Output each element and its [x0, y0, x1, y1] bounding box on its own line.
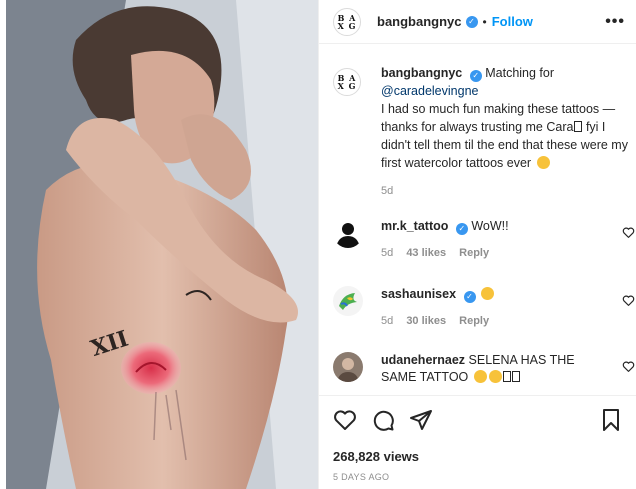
post-panel: B A X G bangbangnyc ✓ • Follow ••• B A X…: [318, 0, 636, 489]
comment-item: udanehernaez SELENA HAS THE SAME TATTOO: [333, 352, 635, 386]
caption-timestamp: 5d: [381, 185, 394, 197]
caption-verified-icon: ✓: [469, 70, 482, 82]
comment-text: WoW!!: [471, 219, 509, 233]
caption-mention-link[interactable]: @caradelevingne: [381, 84, 478, 98]
comment-verified-icon: ✓: [455, 222, 468, 235]
profile-photo-icon: [333, 352, 363, 382]
brand-logo-line2: X G: [337, 20, 357, 31]
header-separator: •: [482, 14, 487, 29]
comment-icon[interactable]: [371, 408, 395, 432]
comment-username[interactable]: mr.k_tattoo: [381, 219, 448, 233]
commenter-avatar[interactable]: [333, 286, 363, 316]
comment-reply-button[interactable]: Reply: [459, 315, 489, 327]
author-username[interactable]: bangbangnyc: [377, 14, 462, 29]
caption-logo-line2: X G: [337, 81, 357, 91]
missing-glyph-icon: [511, 371, 520, 382]
missing-glyph-icon: [502, 371, 511, 382]
silhouette-icon: [333, 218, 363, 248]
comment-likes[interactable]: 30 likes: [406, 315, 446, 327]
comment-like-icon[interactable]: [622, 294, 635, 307]
comment-likes[interactable]: 43 likes: [406, 247, 446, 259]
commenter-avatar[interactable]: [333, 352, 363, 382]
comment-verified-icon: ✓: [463, 290, 476, 303]
follow-button[interactable]: Follow: [492, 14, 533, 29]
bird-icon: [333, 286, 363, 316]
heart-icon[interactable]: [333, 408, 357, 432]
comment-item: sashaunisex ✓ 5d 30 likes Reply: [333, 286, 635, 327]
more-options-icon[interactable]: •••: [605, 13, 625, 31]
verified-badge-icon: ✓: [465, 15, 478, 28]
view-count[interactable]: 268,828 views: [333, 449, 419, 464]
smile-emoji-icon: [481, 287, 495, 300]
missing-glyph-icon: [574, 121, 583, 132]
post-caption: B A X G bangbangnyc ✓ Matching for @cara…: [333, 64, 629, 200]
comment-username[interactable]: udanehernaez: [381, 353, 465, 367]
caption-username[interactable]: bangbangnyc: [381, 66, 462, 80]
comment-username[interactable]: sashaunisex: [381, 287, 456, 301]
post-header: B A X G bangbangnyc ✓ • Follow •••: [319, 0, 636, 44]
caption-avatar[interactable]: B A X G: [333, 68, 361, 96]
post-image[interactable]: XII: [6, 0, 318, 489]
post-date: 5 DAYS AGO: [333, 472, 390, 482]
share-icon[interactable]: [409, 408, 433, 432]
laugh-emoji-icon: [488, 370, 502, 383]
monkey-emoji-icon: [536, 156, 550, 169]
comment-age: 5d: [381, 315, 394, 327]
commenter-avatar[interactable]: [333, 218, 363, 248]
comment-reply-button[interactable]: Reply: [459, 247, 489, 259]
bookmark-icon[interactable]: [599, 408, 623, 432]
comment-item: mr.k_tattoo ✓ WoW!! 5d 43 likes Reply: [333, 218, 635, 259]
comment-like-icon[interactable]: [622, 226, 635, 239]
tattoo-photo: XII: [6, 0, 318, 489]
caption-lead: Matching for: [485, 66, 555, 80]
author-avatar[interactable]: B A X G: [333, 7, 361, 36]
comment-age: 5d: [381, 247, 394, 259]
laugh-emoji-icon: [473, 370, 487, 383]
comment-like-icon[interactable]: [622, 360, 635, 373]
post-actions: 268,828 views 5 DAYS AGO: [319, 395, 636, 489]
